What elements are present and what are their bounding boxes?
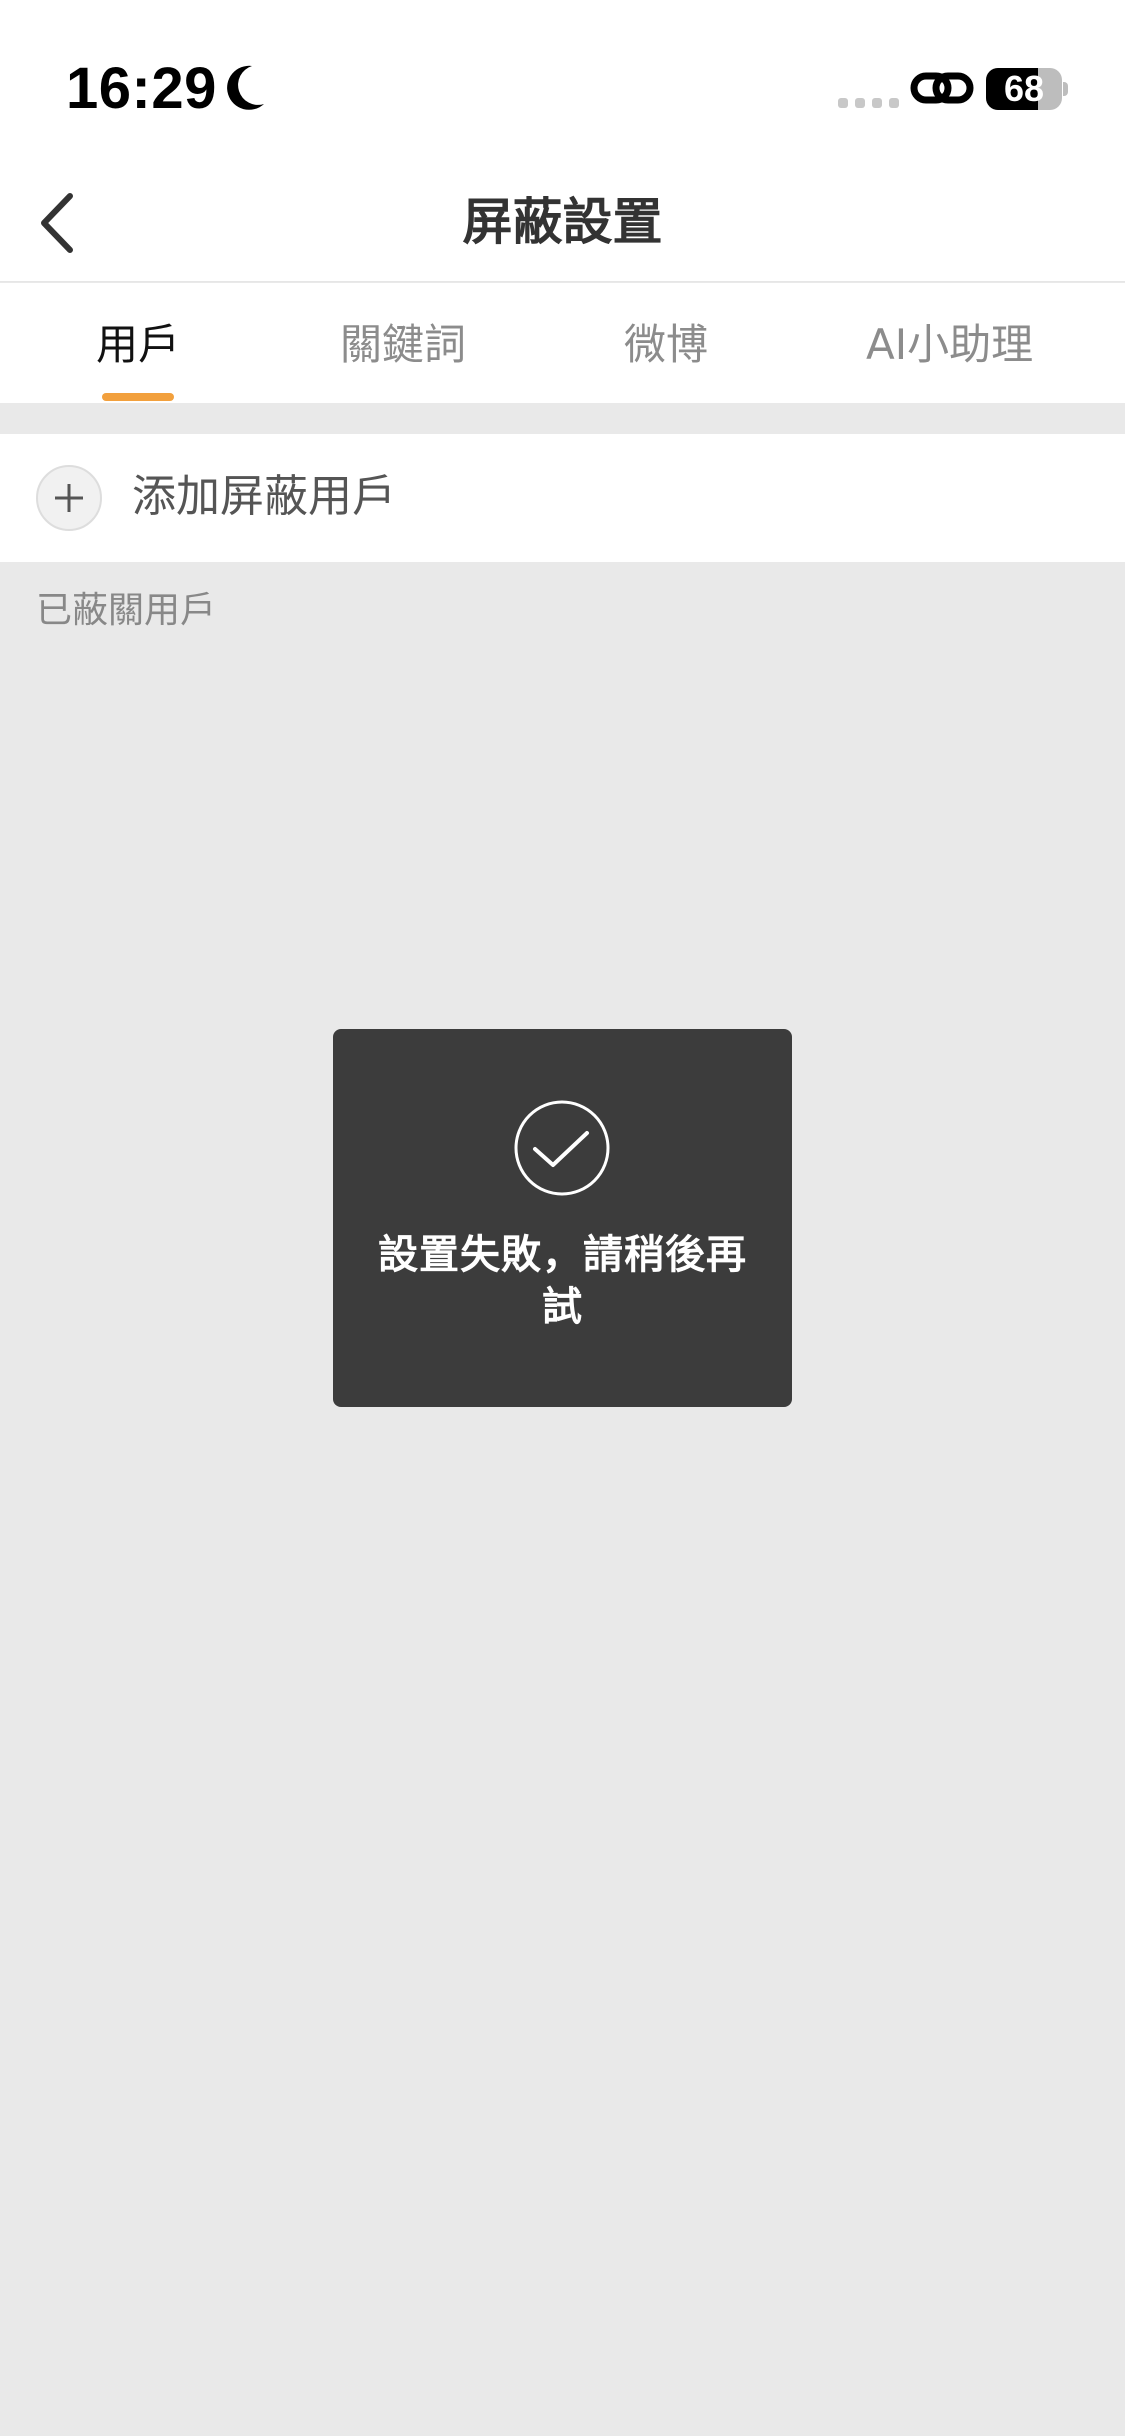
blocked-users-section-label: 已蔽關用戶 xyxy=(36,590,217,631)
tab-users[interactable]: 用戶 xyxy=(96,315,180,375)
status-bar: 16:29 68 xyxy=(0,0,1125,160)
link-icon xyxy=(910,72,974,104)
battery-body: 68 xyxy=(986,68,1062,110)
page-title: 屏蔽設置 xyxy=(462,193,663,251)
toast-message: 設置失敗，請稍後再試 xyxy=(378,1232,747,1330)
plus-icon xyxy=(36,465,102,531)
battery-tip xyxy=(1063,82,1068,96)
tab-weibo[interactable]: 微博 xyxy=(624,315,708,375)
active-tab-indicator xyxy=(102,393,174,401)
check-icon xyxy=(514,1100,610,1196)
status-time: 16:29 xyxy=(66,56,217,121)
add-blocked-user-label: 添加屏蔽用戶 xyxy=(132,471,396,522)
tab-keywords[interactable]: 關鍵詞 xyxy=(340,315,466,375)
battery-percent: 68 xyxy=(1003,68,1045,109)
tab-ai-assistant[interactable]: AI小助理 xyxy=(866,315,1033,375)
nav-bar: 屏蔽設置 xyxy=(0,160,1125,282)
signal-icon xyxy=(838,98,899,108)
battery-icon: 68 xyxy=(986,68,1068,110)
moon-icon xyxy=(227,65,264,110)
toast: 設置失敗，請稍後再試 xyxy=(333,1029,792,1407)
tab-bar: 用戶 關鍵詞 微博 AI小助理 xyxy=(0,283,1125,403)
add-blocked-user-row[interactable]: 添加屏蔽用戶 xyxy=(0,434,1125,562)
